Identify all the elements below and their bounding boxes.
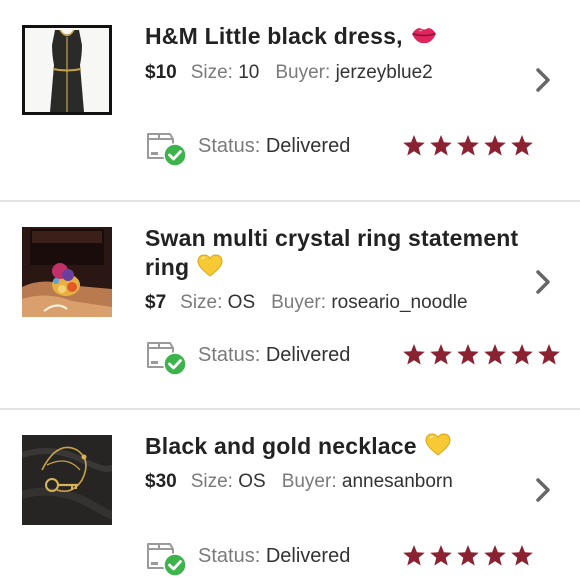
product-thumbnail-ring[interactable] bbox=[22, 227, 112, 317]
order-item[interactable]: Black and gold necklace $30 Size: OS Buyer… bbox=[0, 410, 580, 580]
buyer-name[interactable]: annesanborn bbox=[342, 471, 453, 492]
size-label: Size: bbox=[190, 62, 233, 83]
star-icon bbox=[403, 344, 425, 365]
star-icon bbox=[538, 344, 560, 365]
status-value: Delivered bbox=[265, 545, 351, 567]
item-meta: $30 Size: OS Buyer: annesanborn bbox=[145, 470, 453, 494]
buyer-label: Buyer: bbox=[271, 292, 327, 313]
necklace-image bbox=[22, 435, 112, 525]
chevron-right-icon[interactable] bbox=[534, 67, 552, 93]
package-delivered-icon bbox=[147, 133, 187, 167]
star-icon bbox=[511, 135, 533, 156]
package-delivered-icon bbox=[147, 543, 187, 577]
status-label: Status: bbox=[198, 545, 261, 567]
status-text: Status: Delivered bbox=[198, 544, 350, 568]
rating-stars bbox=[402, 134, 534, 157]
star-icon bbox=[403, 135, 425, 156]
item-title-text: Black and gold necklace bbox=[145, 433, 417, 459]
status-value: Delivered bbox=[265, 344, 351, 366]
buyer-name[interactable]: jerzeyblue2 bbox=[336, 62, 433, 83]
star-icon bbox=[484, 344, 506, 365]
item-meta: $7 Size: OS Buyer: roseario_noodle bbox=[145, 291, 468, 315]
item-title[interactable]: Swan multi crystal ring statement ring bbox=[145, 224, 535, 282]
order-item[interactable]: H&M Little black dress, $10 Size: 10 Buyer… bbox=[0, 0, 580, 200]
item-title[interactable]: Black and gold necklace bbox=[145, 432, 535, 461]
size-label: Size: bbox=[190, 471, 233, 492]
star-icon bbox=[457, 545, 479, 566]
product-thumbnail-dress[interactable] bbox=[22, 25, 112, 115]
chevron-right-icon[interactable] bbox=[534, 269, 552, 295]
buyer-label: Buyer: bbox=[281, 471, 337, 492]
buyer-label: Buyer: bbox=[275, 62, 331, 83]
item-meta: $10 Size: 10 Buyer: jerzeyblue2 bbox=[145, 61, 433, 85]
star-icon bbox=[457, 135, 479, 156]
item-title[interactable]: H&M Little black dress, bbox=[145, 22, 535, 51]
yellow-heart-emoji bbox=[197, 254, 223, 278]
star-icon bbox=[511, 344, 533, 365]
item-price: $30 bbox=[145, 471, 177, 492]
product-thumbnail-necklace[interactable] bbox=[22, 435, 112, 525]
star-icon bbox=[484, 135, 506, 156]
order-item[interactable]: Swan multi crystal ring statement ring $… bbox=[0, 202, 580, 408]
chevron-right-icon[interactable] bbox=[534, 477, 552, 503]
star-icon bbox=[403, 545, 425, 566]
rating-stars bbox=[402, 544, 534, 567]
yellow-heart-emoji bbox=[425, 433, 451, 457]
item-price: $7 bbox=[145, 292, 167, 313]
rating-stars bbox=[402, 343, 561, 366]
status-label: Status: bbox=[198, 344, 261, 366]
star-icon bbox=[457, 344, 479, 365]
item-price: $10 bbox=[145, 62, 177, 83]
status-value: Delivered bbox=[265, 135, 351, 157]
ring-image bbox=[22, 227, 112, 317]
status-text: Status: Delivered bbox=[198, 134, 350, 158]
lips-emoji bbox=[411, 23, 437, 47]
package-delivered-icon bbox=[147, 342, 187, 376]
size-value: OS bbox=[238, 471, 266, 492]
status-text: Status: Delivered bbox=[198, 343, 350, 367]
star-icon bbox=[484, 545, 506, 566]
dress-image bbox=[22, 25, 112, 115]
star-icon bbox=[430, 545, 452, 566]
size-value: 10 bbox=[238, 62, 260, 83]
star-icon bbox=[430, 344, 452, 365]
status-label: Status: bbox=[198, 135, 261, 157]
item-title-text: H&M Little black dress, bbox=[145, 23, 403, 49]
buyer-name[interactable]: roseario_noodle bbox=[331, 292, 467, 313]
size-value: OS bbox=[227, 292, 256, 313]
star-icon bbox=[430, 135, 452, 156]
size-label: Size: bbox=[180, 292, 223, 313]
star-icon bbox=[511, 545, 533, 566]
